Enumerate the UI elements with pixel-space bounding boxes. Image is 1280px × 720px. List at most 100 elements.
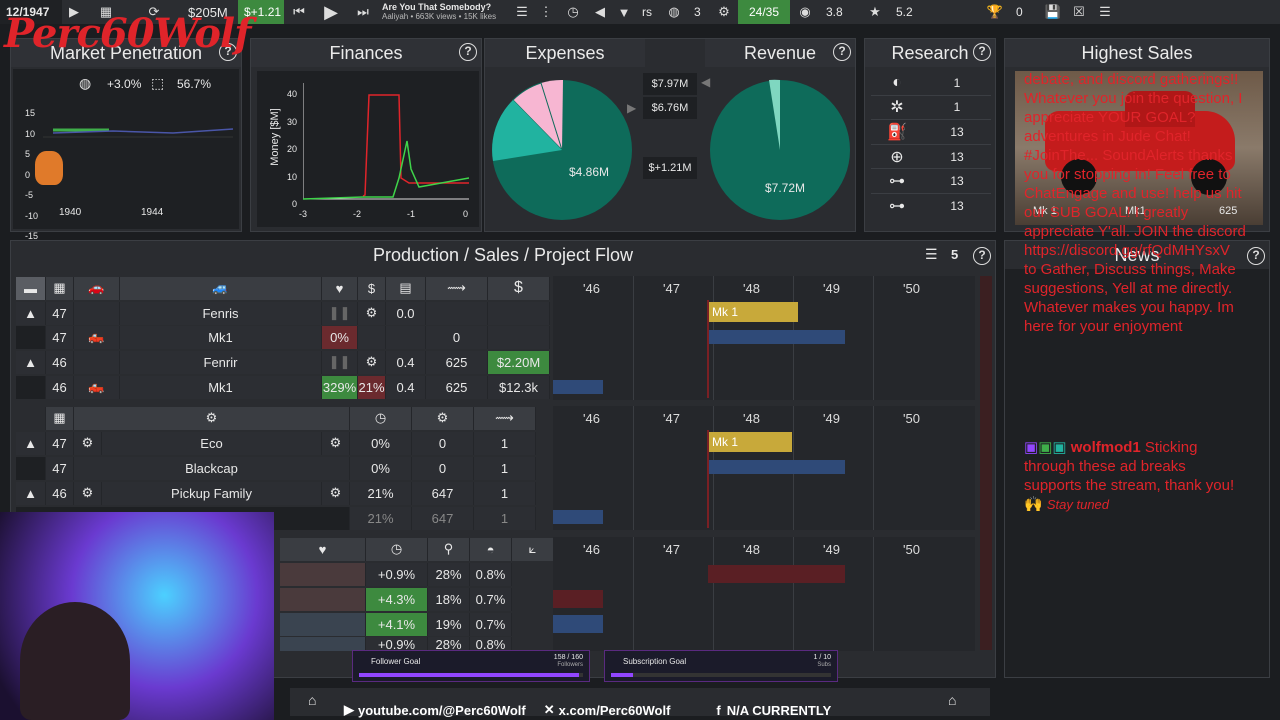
calendar-col-icon[interactable]: ▦ <box>46 406 74 430</box>
research-value: 13 <box>950 149 964 164</box>
finances-help-icon[interactable]: ? <box>459 43 477 61</box>
table-row[interactable]: 46 🛻 Mk1 329% 21% 0.4 625 $12.3k <box>16 375 550 399</box>
table-row[interactable]: 47 🛻 Mk1 0% 0 <box>16 325 550 349</box>
x-link[interactable]: x.com/Perc60Wolf <box>559 703 671 718</box>
production-bar[interactable] <box>708 460 845 474</box>
rating-icon[interactable]: ◉ <box>790 0 820 24</box>
table-row[interactable]: ▲ 47 ⚙ Eco ⚙ 0% 0 1 <box>16 431 536 455</box>
engine-project-bar[interactable]: Mk 1 <box>708 432 792 452</box>
pause-icon[interactable]: ❚❚ <box>322 350 358 374</box>
helmet-col-icon[interactable]: ◓ <box>470 537 512 561</box>
table-row[interactable]: ▲ 46 ⚙ Pickup Family ⚙ 21% 647 1 <box>16 481 536 505</box>
research-value: 13 <box>950 174 964 189</box>
dollar-col-icon[interactable]: $ <box>358 276 386 300</box>
factory-icon[interactable]: ⚙ <box>710 0 738 24</box>
expense-btn-2[interactable]: $6.76M <box>643 97 697 119</box>
star-icon[interactable]: ★ <box>860 0 890 24</box>
collapse-icon[interactable]: ▬ <box>16 276 46 300</box>
production-count: 5 <box>951 247 959 262</box>
trophy-icon[interactable]: 🏆 <box>980 0 1010 24</box>
research-row[interactable]: ⊶ 13 <box>871 194 991 219</box>
gauge-col-icon[interactable]: ◷ <box>366 537 428 561</box>
table-row[interactable]: ▲ 47 Fenris ❚❚ ⚙ 0.0 <box>16 301 550 325</box>
research-help-icon[interactable]: ? <box>973 43 991 61</box>
ytick: 15 <box>25 108 36 118</box>
prev-arrow-icon[interactable]: ◀ <box>588 0 612 24</box>
row-c: 0.7% <box>470 587 512 611</box>
production-bar[interactable] <box>553 510 603 524</box>
table-row[interactable]: ▲ 46 Fenrir ❚❚ ⚙ 0.4 625 $2.20M <box>16 350 550 374</box>
settings-icon[interactable]: ⚙ <box>358 350 386 374</box>
price-col-icon[interactable]: ⟿ <box>474 406 536 430</box>
research-value: 1 <box>953 100 961 115</box>
row-pct: 0% <box>350 431 412 455</box>
factory-bar[interactable] <box>553 615 603 633</box>
revenue-help-icon[interactable]: ? <box>833 43 851 61</box>
facebook-link[interactable]: N/A CURRENTLY <box>727 703 832 718</box>
production-bar[interactable] <box>553 380 603 394</box>
calendar-col-icon[interactable]: ▦ <box>46 276 74 300</box>
gauge-col-icon[interactable]: ◷ <box>350 406 412 430</box>
timer-icon[interactable]: ◷ <box>558 0 588 24</box>
dropdown-icon[interactable]: ▼ <box>612 0 636 24</box>
next-track-icon[interactable]: ⏭ <box>348 0 378 24</box>
save-icon[interactable]: 💾 <box>1040 0 1066 24</box>
production-bar[interactable] <box>708 330 845 344</box>
table-row[interactable]: 47 Blackcap 0% 0 1 <box>16 456 536 480</box>
expand-icon[interactable]: ▲ <box>16 481 46 505</box>
research-row[interactable]: ◐ 1 <box>871 71 991 96</box>
settings-icon[interactable]: ⚙ <box>358 301 386 325</box>
close-window-icon[interactable]: ☒ <box>1066 0 1092 24</box>
research-row[interactable]: ⊕ 13 <box>871 145 991 170</box>
list-icon[interactable]: ☰ <box>925 246 938 263</box>
tl-gridline <box>633 406 634 530</box>
car-col-icon[interactable]: 🚗 <box>74 276 120 300</box>
table-row[interactable]: +4.1% 19% 0.7% <box>280 612 512 636</box>
globe-icon[interactable]: ◍ <box>660 0 688 24</box>
expand-icon[interactable]: ▲ <box>16 350 46 374</box>
play-track-icon[interactable]: ▶ <box>314 0 348 24</box>
expand-icon[interactable]: ▲ <box>16 301 46 325</box>
expand-icon[interactable]: ▲ <box>16 431 46 455</box>
mk1-project-bar[interactable]: Mk 1 <box>708 302 798 322</box>
seat-col-icon[interactable]: ⚲ <box>428 537 470 561</box>
row-blank <box>386 325 426 349</box>
settings-icon[interactable]: ⚙ <box>322 431 350 455</box>
garage-icon[interactable]: ⌂ <box>948 692 956 708</box>
table-row[interactable]: +0.9% 28% 0.8% <box>280 562 512 586</box>
scrollbar[interactable] <box>980 276 992 650</box>
settings-icon[interactable]: ⚙ <box>322 481 350 505</box>
pedal-col-icon[interactable]: ⟀ <box>512 537 554 561</box>
home-icon[interactable]: ⌂ <box>308 692 316 708</box>
table-row[interactable]: +4.3% 18% 0.7% <box>280 587 512 611</box>
engine-col-icon[interactable]: ⚙ <box>74 406 350 430</box>
chat-message: ▣▣▣ wolfmod1 Sticking through these ad b… <box>1024 438 1244 514</box>
pause-icon[interactable]: ❚❚ <box>322 301 358 325</box>
price-col-icon[interactable]: ⟿ <box>426 276 488 300</box>
expense-btn-3[interactable]: $+1.21M <box>643 157 697 179</box>
menu-icon[interactable]: ☰ <box>1092 0 1118 24</box>
factory-bar[interactable] <box>708 565 845 583</box>
model-col-icon[interactable]: 🚙 <box>120 276 322 300</box>
news-help-icon[interactable]: ? <box>1247 247 1265 265</box>
factory-bar[interactable] <box>553 590 603 608</box>
engine-count-col-icon[interactable]: ⚙ <box>412 406 474 430</box>
more-icon[interactable]: ⋮ <box>534 0 558 24</box>
finances-ylabel: Money [$M] <box>269 108 281 166</box>
money-col-icon[interactable]: $ <box>488 276 550 300</box>
research-row[interactable]: ✲ 1 <box>871 96 991 121</box>
production-help-icon[interactable]: ? <box>973 247 991 265</box>
research-row[interactable]: ⛽ 13 <box>871 120 991 145</box>
heart-col-icon[interactable]: ♥ <box>322 276 358 300</box>
row-c: 0.7% <box>470 612 512 636</box>
research-row[interactable]: ⊶ 13 <box>871 169 991 194</box>
prev-track-icon[interactable]: ⏮ <box>284 0 314 24</box>
chat-tail: Stay tuned <box>1046 497 1110 512</box>
expense-btn-1[interactable]: $7.97M <box>643 73 697 95</box>
table-row[interactable]: +0.9% 28% 0.8% <box>280 637 512 651</box>
heart-col-icon[interactable]: ♥ <box>280 537 366 561</box>
queue-icon[interactable]: ☰ <box>510 0 534 24</box>
stack-col-icon[interactable]: ▤ <box>386 276 426 300</box>
youtube-link[interactable]: youtube.com/@Perc60Wolf <box>358 703 526 718</box>
year-label: '47 <box>663 542 680 557</box>
